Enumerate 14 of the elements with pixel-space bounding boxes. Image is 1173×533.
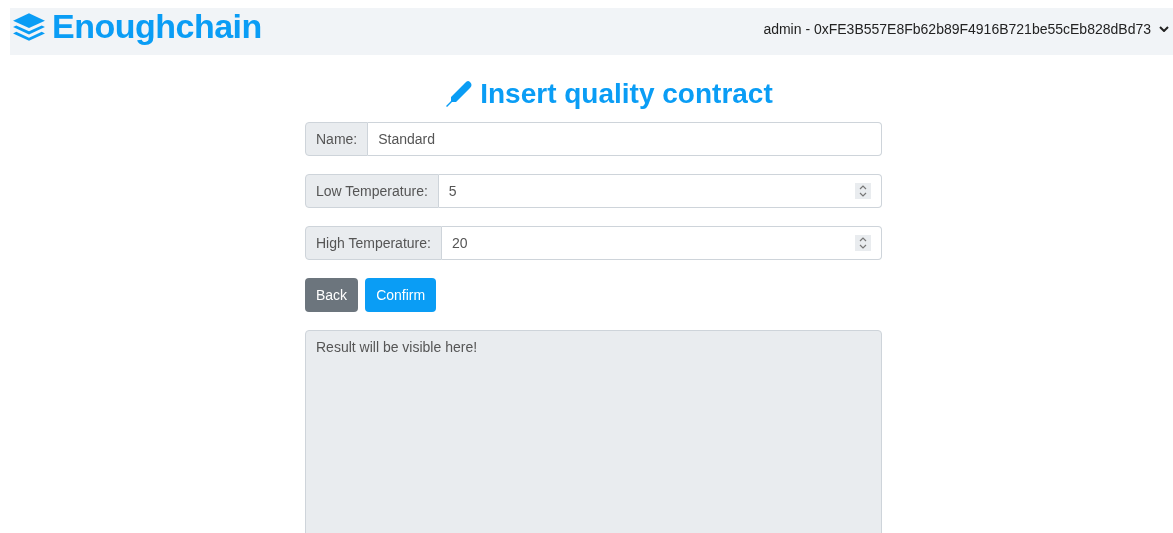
spinner-icon[interactable]: [855, 183, 871, 199]
result-area[interactable]: Result will be visible here!: [305, 330, 882, 533]
spinner-icon[interactable]: [855, 235, 871, 251]
page-title: Insert quality contract: [480, 78, 773, 110]
input-field[interactable]: Standard: [368, 122, 882, 156]
field-label: Name:: [305, 122, 369, 156]
field-label: High Temperature:: [305, 226, 442, 260]
layers-icon: [12, 11, 46, 42]
input-field[interactable]: 5: [438, 174, 882, 208]
account-dropdown[interactable]: admin - 0xFE3B557E8Fb62b89F4916B721be55cEb828dBd73: [763, 20, 1173, 37]
back-button[interactable]: Back: [305, 278, 359, 312]
field-label: Low Temperature:: [305, 174, 439, 208]
caret-icon: [1159, 25, 1169, 32]
input-field[interactable]: 20: [441, 226, 882, 260]
